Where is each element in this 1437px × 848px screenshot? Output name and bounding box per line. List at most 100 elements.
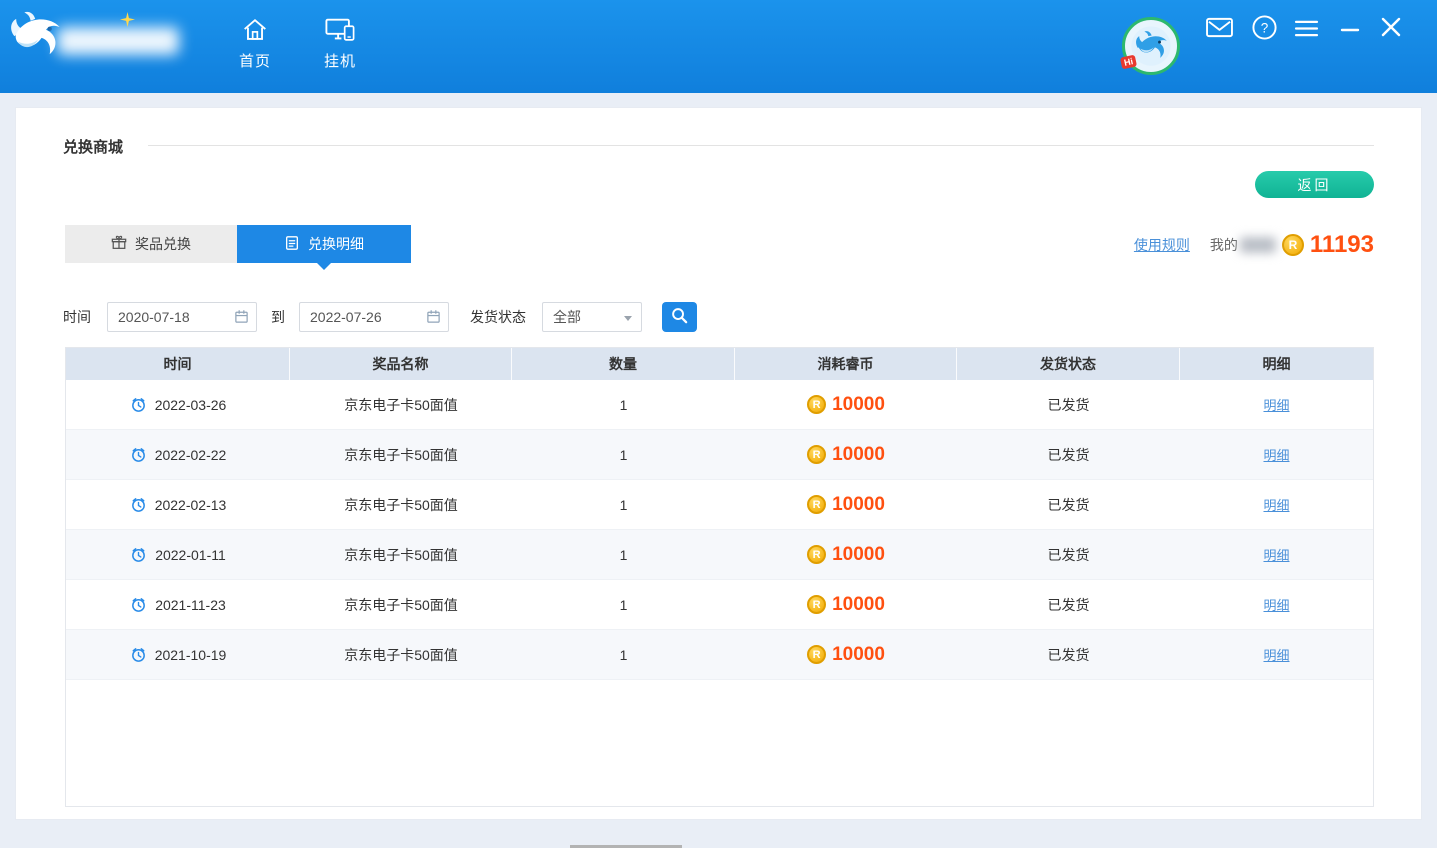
cell-shipping-status: 已发货 [957,380,1180,429]
hi-badge: Hi [1120,55,1137,70]
row-prize-name: 京东电子卡50面值 [344,645,458,665]
row-shipping-status: 已发货 [1048,495,1090,515]
minimize-button[interactable] [1340,19,1360,39]
tab-prize-exchange[interactable]: 奖品兑换 [65,225,237,263]
mail-button[interactable] [1205,16,1234,39]
exchange-table: 时间 奖品名称 数量 消耗睿币 发货状态 明细 2022-03-26 京东电子卡 [65,347,1374,807]
detail-link[interactable]: 明细 [1263,445,1289,464]
table-header: 时间 奖品名称 数量 消耗睿币 发货状态 明细 [66,348,1373,380]
header-detail: 明细 [1180,348,1373,380]
date-to-wrap [299,302,449,332]
tab-exchange-detail-label: 兑换明细 [308,234,364,254]
row-coins-spent: 10000 [832,644,885,666]
cell-coins-spent: R 10000 [735,630,957,679]
cell-coins-spent: R 10000 [735,530,957,579]
row-date: 2022-02-13 [155,497,227,513]
search-icon [670,306,689,328]
question-icon: ? [1251,29,1278,44]
table-row: 2021-11-23 京东电子卡50面值 1 R 10000 已发货 明细 [66,580,1373,630]
cell-time: 2022-01-11 [66,530,290,579]
search-button[interactable] [662,302,697,332]
cell-time: 2021-11-23 [66,580,290,629]
section-divider [148,145,1374,146]
cell-detail: 明细 [1180,580,1373,629]
minimize-icon [1340,27,1360,42]
to-label: 到 [271,307,285,327]
cell-detail: 明细 [1180,630,1373,679]
user-avatar[interactable]: Hi [1122,17,1180,75]
svg-text:?: ? [1261,20,1269,35]
cell-shipping-status: 已发货 [957,430,1180,479]
detail-link[interactable]: 明细 [1263,395,1289,414]
titlebar: 首页 挂机 Hi [0,0,1437,93]
time-filter-label: 时间 [63,307,91,327]
cell-prize-name: 京东电子卡50面值 [290,380,512,429]
row-prize-name: 京东电子卡50面值 [344,395,458,415]
help-button[interactable]: ? [1251,14,1278,41]
row-shipping-status: 已发货 [1048,645,1090,665]
chevron-down-icon [624,316,632,321]
cell-prize-name: 京东电子卡50面值 [290,580,512,629]
status-select[interactable]: 全部 [542,302,642,332]
usage-rules-link[interactable]: 使用规则 [1134,235,1190,255]
detail-link[interactable]: 明细 [1263,595,1289,614]
status-select-value: 全部 [553,307,581,327]
menu-button[interactable] [1294,19,1319,38]
coin-icon: R [807,445,826,464]
hamburger-icon [1294,26,1319,41]
table-row: 2022-02-13 京东电子卡50面值 1 R 10000 已发货 明细 [66,480,1373,530]
calendar-icon[interactable] [234,309,249,324]
cell-detail: 明细 [1180,530,1373,579]
header-shipping-status: 发货状态 [957,348,1180,380]
coin-icon: R [807,545,826,564]
app-window: 首页 挂机 Hi [0,0,1437,848]
row-prize-name: 京东电子卡50面值 [344,545,458,565]
date-from-wrap [107,302,257,332]
header-coins-spent: 消耗睿币 [735,348,957,380]
clock-icon [130,546,147,563]
cell-shipping-status: 已发货 [957,580,1180,629]
cell-time: 2021-10-19 [66,630,290,679]
row-coins-spent: 10000 [832,444,885,466]
nav-hangup-label: 挂机 [308,50,372,71]
row-prize-name: 京东电子卡50面值 [344,445,458,465]
row-prize-name: 京东电子卡50面值 [344,495,458,515]
cell-detail: 明细 [1180,430,1373,479]
app-name-blurred [57,27,179,55]
cell-coins-spent: R 10000 [735,480,957,529]
header-time: 时间 [66,348,290,380]
tab-exchange-detail[interactable]: 兑换明细 [237,225,411,263]
header-quantity: 数量 [512,348,735,380]
row-date: 2022-03-26 [155,397,227,413]
balance-prefix: 我的 [1210,235,1238,255]
envelope-icon [1205,27,1234,42]
cell-coins-spent: R 10000 [735,380,957,429]
row-coins-spent: 10000 [832,594,885,616]
row-shipping-status: 已发货 [1048,445,1090,465]
cell-prize-name: 京东电子卡50面值 [290,430,512,479]
cell-time: 2022-02-13 [66,480,290,529]
balance-row: 使用规则 我的 R 11193 [1134,227,1374,263]
document-list-icon [284,235,300,254]
back-button[interactable]: 返回 [1255,171,1374,198]
clock-icon [130,596,147,613]
row-shipping-status: 已发货 [1048,595,1090,615]
detail-link[interactable]: 明细 [1263,495,1289,514]
cell-quantity: 1 [512,580,735,629]
detail-link[interactable]: 明细 [1263,645,1289,664]
cell-time: 2022-02-22 [66,430,290,479]
calendar-icon[interactable] [426,309,441,324]
clock-icon [130,446,147,463]
sparkle-icon [120,12,135,32]
home-icon [223,15,287,47]
nav-home-label: 首页 [223,50,287,71]
close-button[interactable] [1380,16,1402,38]
cell-shipping-status: 已发货 [957,480,1180,529]
cell-coins-spent: R 10000 [735,430,957,479]
gift-icon [111,235,127,254]
cell-quantity: 1 [512,480,735,529]
nav-item-hangup[interactable]: 挂机 [308,15,372,71]
cell-prize-name: 京东电子卡50面值 [290,630,512,679]
detail-link[interactable]: 明细 [1263,545,1289,564]
nav-item-home[interactable]: 首页 [223,15,287,71]
